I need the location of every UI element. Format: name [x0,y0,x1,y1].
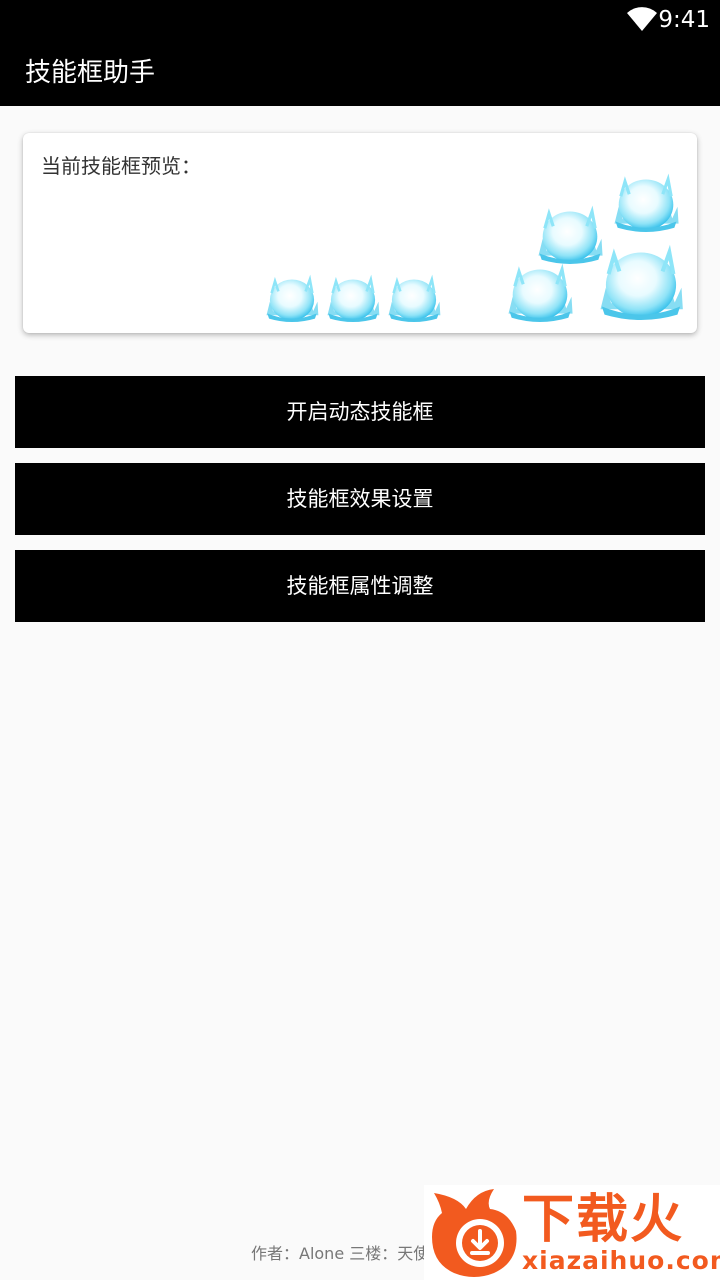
wifi-icon [627,7,657,31]
frame-effect-settings-button[interactable]: 技能框效果设置 [15,463,705,535]
app-bar: 技能框助手 [0,40,720,106]
orb-large [601,253,683,321]
start-dynamic-frame-button[interactable]: 开启动态技能框 [15,376,705,448]
watermark-title: 下载火 [522,1190,685,1250]
orb-small-3 [387,278,442,324]
frame-attribute-adjust-button[interactable]: 技能框属性调整 [15,550,705,622]
orb-mid [536,209,605,266]
footer-credits: 作者：Alone 三楼：天使 [251,1244,430,1263]
orb-left [506,267,575,324]
flame-download-icon [432,1189,517,1277]
status-bar: 9:41 [0,0,720,40]
orb-small-2 [326,278,381,324]
watermark: 下载火 xiazaihuo.com [424,1185,720,1280]
watermark-domain: xiazaihuo.com [522,1246,720,1275]
status-time: 9:41 [658,7,710,33]
orbs-preview [265,177,697,324]
orb-small-1 [265,278,320,324]
app-title: 技能框助手 [25,58,156,88]
orb-top-right [612,177,681,234]
preview-card: 当前技能框预览： [23,133,697,333]
